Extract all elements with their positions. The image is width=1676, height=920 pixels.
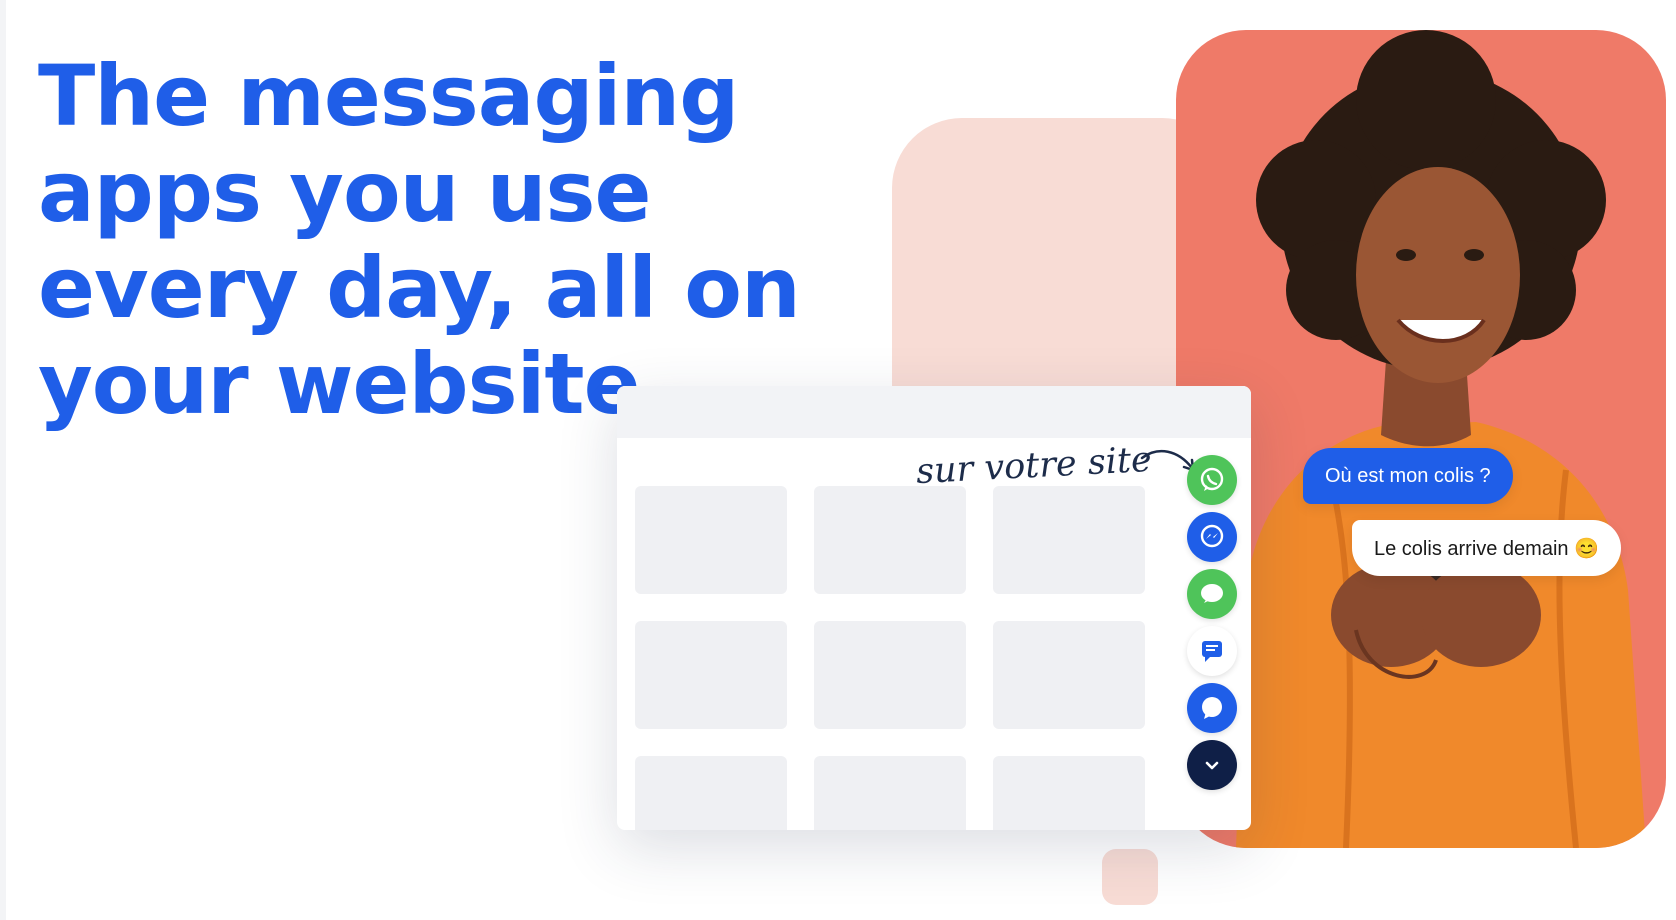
content-placeholder-tile	[635, 621, 787, 729]
browser-top-bar	[617, 386, 1251, 438]
content-placeholder-tile	[635, 486, 787, 594]
content-placeholder-tile	[993, 486, 1145, 594]
headline-line-2: apps you use	[38, 143, 651, 241]
content-placeholder-tile	[814, 621, 966, 729]
imessage-button[interactable]	[1187, 569, 1237, 619]
live-chat-button[interactable]	[1187, 626, 1237, 676]
chevron-down-icon	[1205, 761, 1219, 770]
messenger-button[interactable]	[1187, 512, 1237, 562]
content-placeholder-tile	[814, 756, 966, 830]
hero-headline: The messaging apps you use every day, al…	[38, 48, 858, 432]
signal-button[interactable]	[1187, 683, 1237, 733]
content-placeholder-tile	[635, 756, 787, 830]
content-placeholder-tile	[993, 756, 1145, 830]
headline-line-1: The messaging	[38, 47, 739, 145]
signal-icon	[1202, 697, 1222, 719]
left-edge-rail	[0, 0, 6, 920]
whatsapp-button[interactable]	[1187, 455, 1237, 505]
headline-line-3: every day, all on	[38, 239, 801, 337]
chat-bubble-answer: Le colis arrive demain 😊	[1352, 520, 1621, 576]
imessage-icon	[1201, 584, 1223, 603]
content-placeholder-tile	[814, 486, 966, 594]
collapse-widget-button[interactable]	[1187, 740, 1237, 790]
whatsapp-icon	[1200, 467, 1224, 491]
live-chat-icon	[1202, 641, 1222, 662]
chat-bubble-question: Où est mon colis ?	[1303, 448, 1513, 504]
content-placeholder-tile	[993, 621, 1145, 729]
messenger-icon	[1200, 524, 1224, 548]
decorative-small-square	[1102, 849, 1158, 905]
